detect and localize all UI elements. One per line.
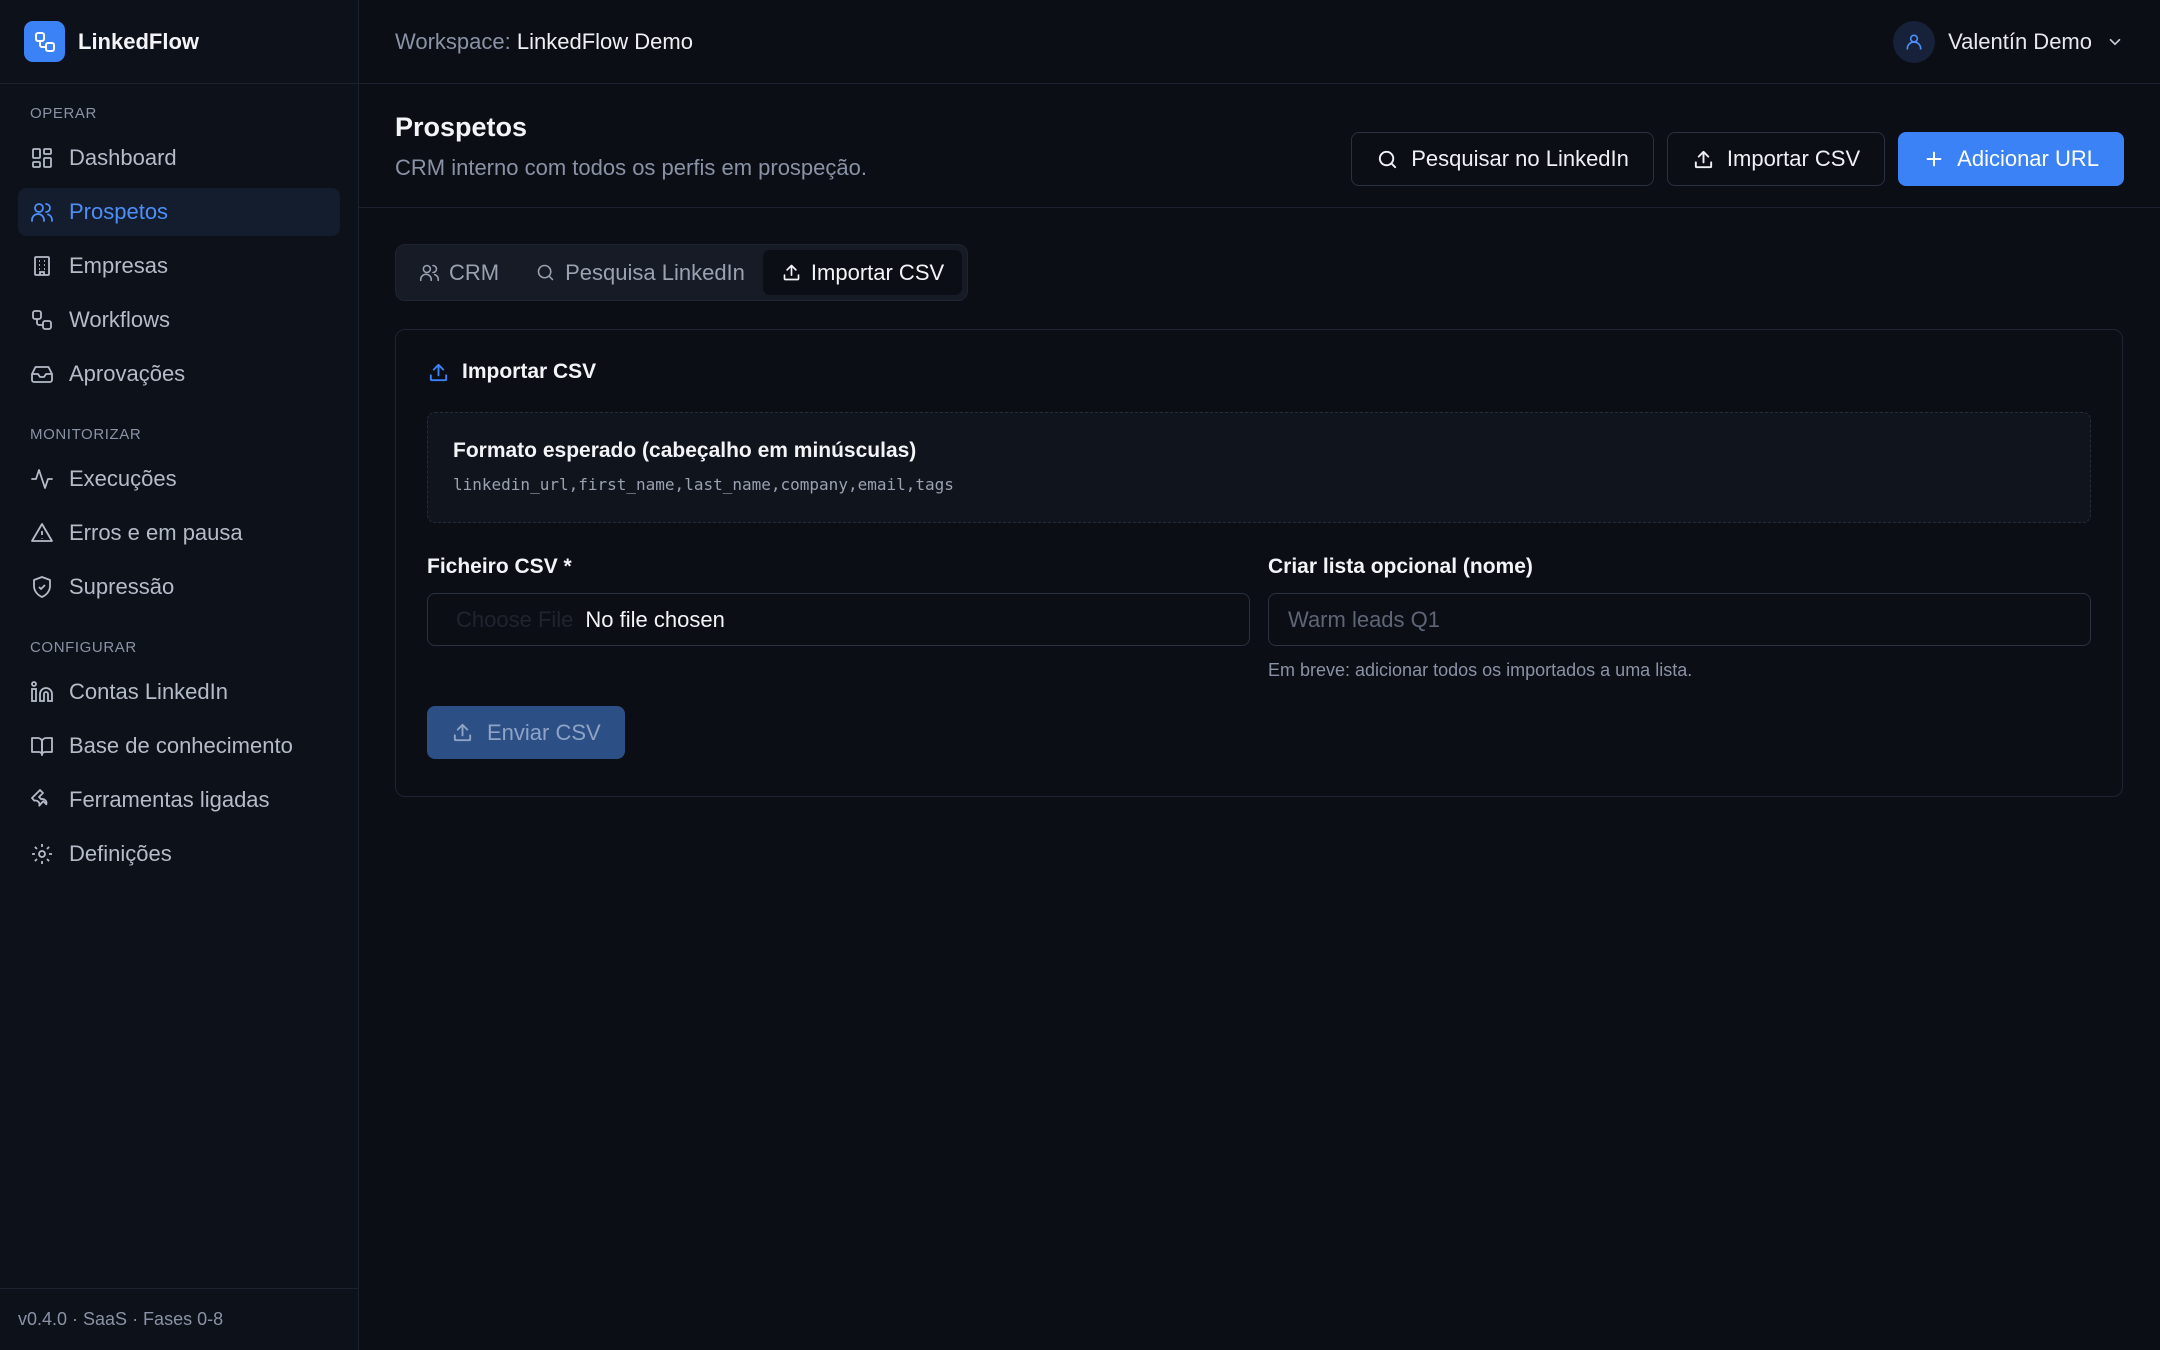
sidebar-item-label: Aprovações [69,361,186,386]
plus-icon [1923,148,1945,170]
csv-file-field: Ficheiro CSV * Choose File No file chose… [427,555,1250,681]
submit-csv-button[interactable]: Enviar CSV [427,706,625,759]
shield-check-icon [30,575,54,599]
building-icon [30,254,54,278]
search-icon [535,262,556,283]
search-linkedin-button[interactable]: Pesquisar no LinkedIn [1351,132,1654,186]
gear-icon [30,842,54,866]
sidebar-item-label: Execuções [69,466,177,491]
page-header: Prospetos CRM interno com todos os perfi… [359,84,2160,208]
topbar: Workspace: LinkedFlow Demo Valentín Demo [359,0,2160,84]
sidebar-item-label: Erros e em pausa [69,520,243,545]
choose-file-button[interactable]: Choose File [456,607,573,633]
sidebar-item-execucoes[interactable]: Execuções [18,455,340,503]
file-status: No file chosen [585,606,725,632]
main-area: Workspace: LinkedFlow Demo Valentín Demo… [359,0,2160,1350]
button-label: Enviar CSV [487,719,601,745]
sidebar-item-label: Base de conhecimento [69,733,293,758]
list-name-field: Criar lista opcional (nome) Em breve: ad… [1268,555,2091,681]
chevron-down-icon [2106,33,2124,51]
workspace-name: LinkedFlow Demo [516,28,693,54]
dashboard-icon [30,146,54,170]
user-name: Valentín Demo [1948,28,2092,54]
avatar [1893,20,1936,63]
import-csv-button[interactable]: Importar CSV [1666,132,1886,186]
section-label-configurar: CONFIGURAR [30,639,137,656]
book-open-icon [30,734,54,758]
app-shell: LinkedFlow OPERAR Dashboard Prospetos Em… [0,0,2160,1350]
sidebar-item-label: Contas LinkedIn [69,679,228,704]
upload-icon [451,721,474,744]
format-title: Formato esperado (cabeçalho em minúscula… [453,439,917,462]
button-label: Importar CSV [1726,146,1861,171]
page-subtitle: CRM interno com todos os perfis em prosp… [395,155,867,180]
sidebar-item-label: Prospetos [69,199,169,224]
sidebar-item-label: Supressão [69,574,175,599]
csv-file-input[interactable]: Choose File No file chosen [427,593,1250,646]
workspace-label: Workspace: [395,28,511,54]
linkedin-icon [30,680,54,704]
sidebar-item-supressao[interactable]: Supressão [18,563,340,611]
workflow-logo-icon [24,21,65,62]
sidebar-item-aprovacoes[interactable]: Aprovações [18,350,340,398]
tab-label: Importar CSV [810,259,945,285]
field-label: Criar lista opcional (nome) [1268,555,1533,578]
form-fields: Ficheiro CSV * Choose File No file chose… [427,555,2091,681]
button-label: Adicionar URL [1957,146,2099,171]
page-title: Prospetos [395,112,528,142]
sidebar: LinkedFlow OPERAR Dashboard Prospetos Em… [0,0,359,1350]
card-title: Importar CSV [427,360,2091,384]
inbox-icon [30,362,54,386]
user-icon [1906,34,1922,49]
sidebar-footer: v0.4.0 · SaaS · Fases 0-8 [0,1288,358,1350]
sidebar-item-label: Empresas [69,253,169,278]
upload-icon [781,262,802,283]
button-label: Pesquisar no LinkedIn [1411,146,1629,171]
sidebar-item-label: Workflows [69,307,171,332]
import-csv-card: Importar CSV Formato esperado (cabeçalho… [395,329,2123,797]
activity-icon [30,467,54,491]
brand-name: LinkedFlow [78,28,199,54]
sidebar-item-contas-linkedin[interactable]: Contas LinkedIn [18,668,340,716]
page-content: CRM Pesquisa LinkedIn Importar CSV Impor… [359,208,2160,797]
sidebar-item-ferramentas[interactable]: Ferramentas ligadas [18,776,340,824]
field-hint: Em breve: adicionar todos os importados … [1268,660,1693,680]
tab-label: CRM [449,259,500,285]
upload-icon [427,361,450,384]
sidebar-item-label: Dashboard [69,145,177,170]
sidebar-item-definicoes[interactable]: Definições [18,830,340,878]
tab-importar-csv[interactable]: Importar CSV [762,250,963,295]
format-code: linkedin_url,first_name,last_name,compan… [453,475,954,494]
upload-icon [1692,148,1715,171]
field-label: Ficheiro CSV * [427,555,572,578]
workspace-indicator[interactable]: Workspace: LinkedFlow Demo [395,29,693,55]
sidebar-item-workflows[interactable]: Workflows [18,296,340,344]
sidebar-item-base-conhecimento[interactable]: Base de conhecimento [18,722,340,770]
add-url-button[interactable]: Adicionar URL [1898,132,2124,186]
sidebar-item-label: Definições [69,841,172,866]
tab-label: Pesquisa LinkedIn [565,259,745,285]
card-title-text: Importar CSV [462,360,597,383]
expected-format-box: Formato esperado (cabeçalho em minúscula… [427,412,2091,523]
tab-bar: CRM Pesquisa LinkedIn Importar CSV [395,244,969,301]
wrench-icon [30,788,54,812]
sidebar-item-erros[interactable]: Erros e em pausa [18,509,340,557]
workflow-icon [30,308,54,332]
sidebar-item-label: Ferramentas ligadas [69,787,270,812]
search-icon [1376,148,1399,171]
list-name-input[interactable] [1268,593,2091,646]
brand[interactable]: LinkedFlow [0,0,358,84]
sidebar-item-empresas[interactable]: Empresas [18,242,340,290]
section-label-operar: OPERAR [30,105,97,122]
tab-pesquisa-linkedin[interactable]: Pesquisa LinkedIn [517,250,763,295]
section-label-monitorizar: MONITORIZAR [30,426,142,443]
warning-icon [30,521,54,545]
page-actions: Pesquisar no LinkedIn Importar CSV Adici… [1351,132,2124,186]
tab-crm[interactable]: CRM [401,250,517,295]
sidebar-item-dashboard[interactable]: Dashboard [18,134,340,182]
users-icon [419,262,440,283]
sidebar-item-prospetos[interactable]: Prospetos [18,188,340,236]
users-icon [30,200,54,224]
user-menu[interactable]: Valentín Demo [1893,20,2124,63]
